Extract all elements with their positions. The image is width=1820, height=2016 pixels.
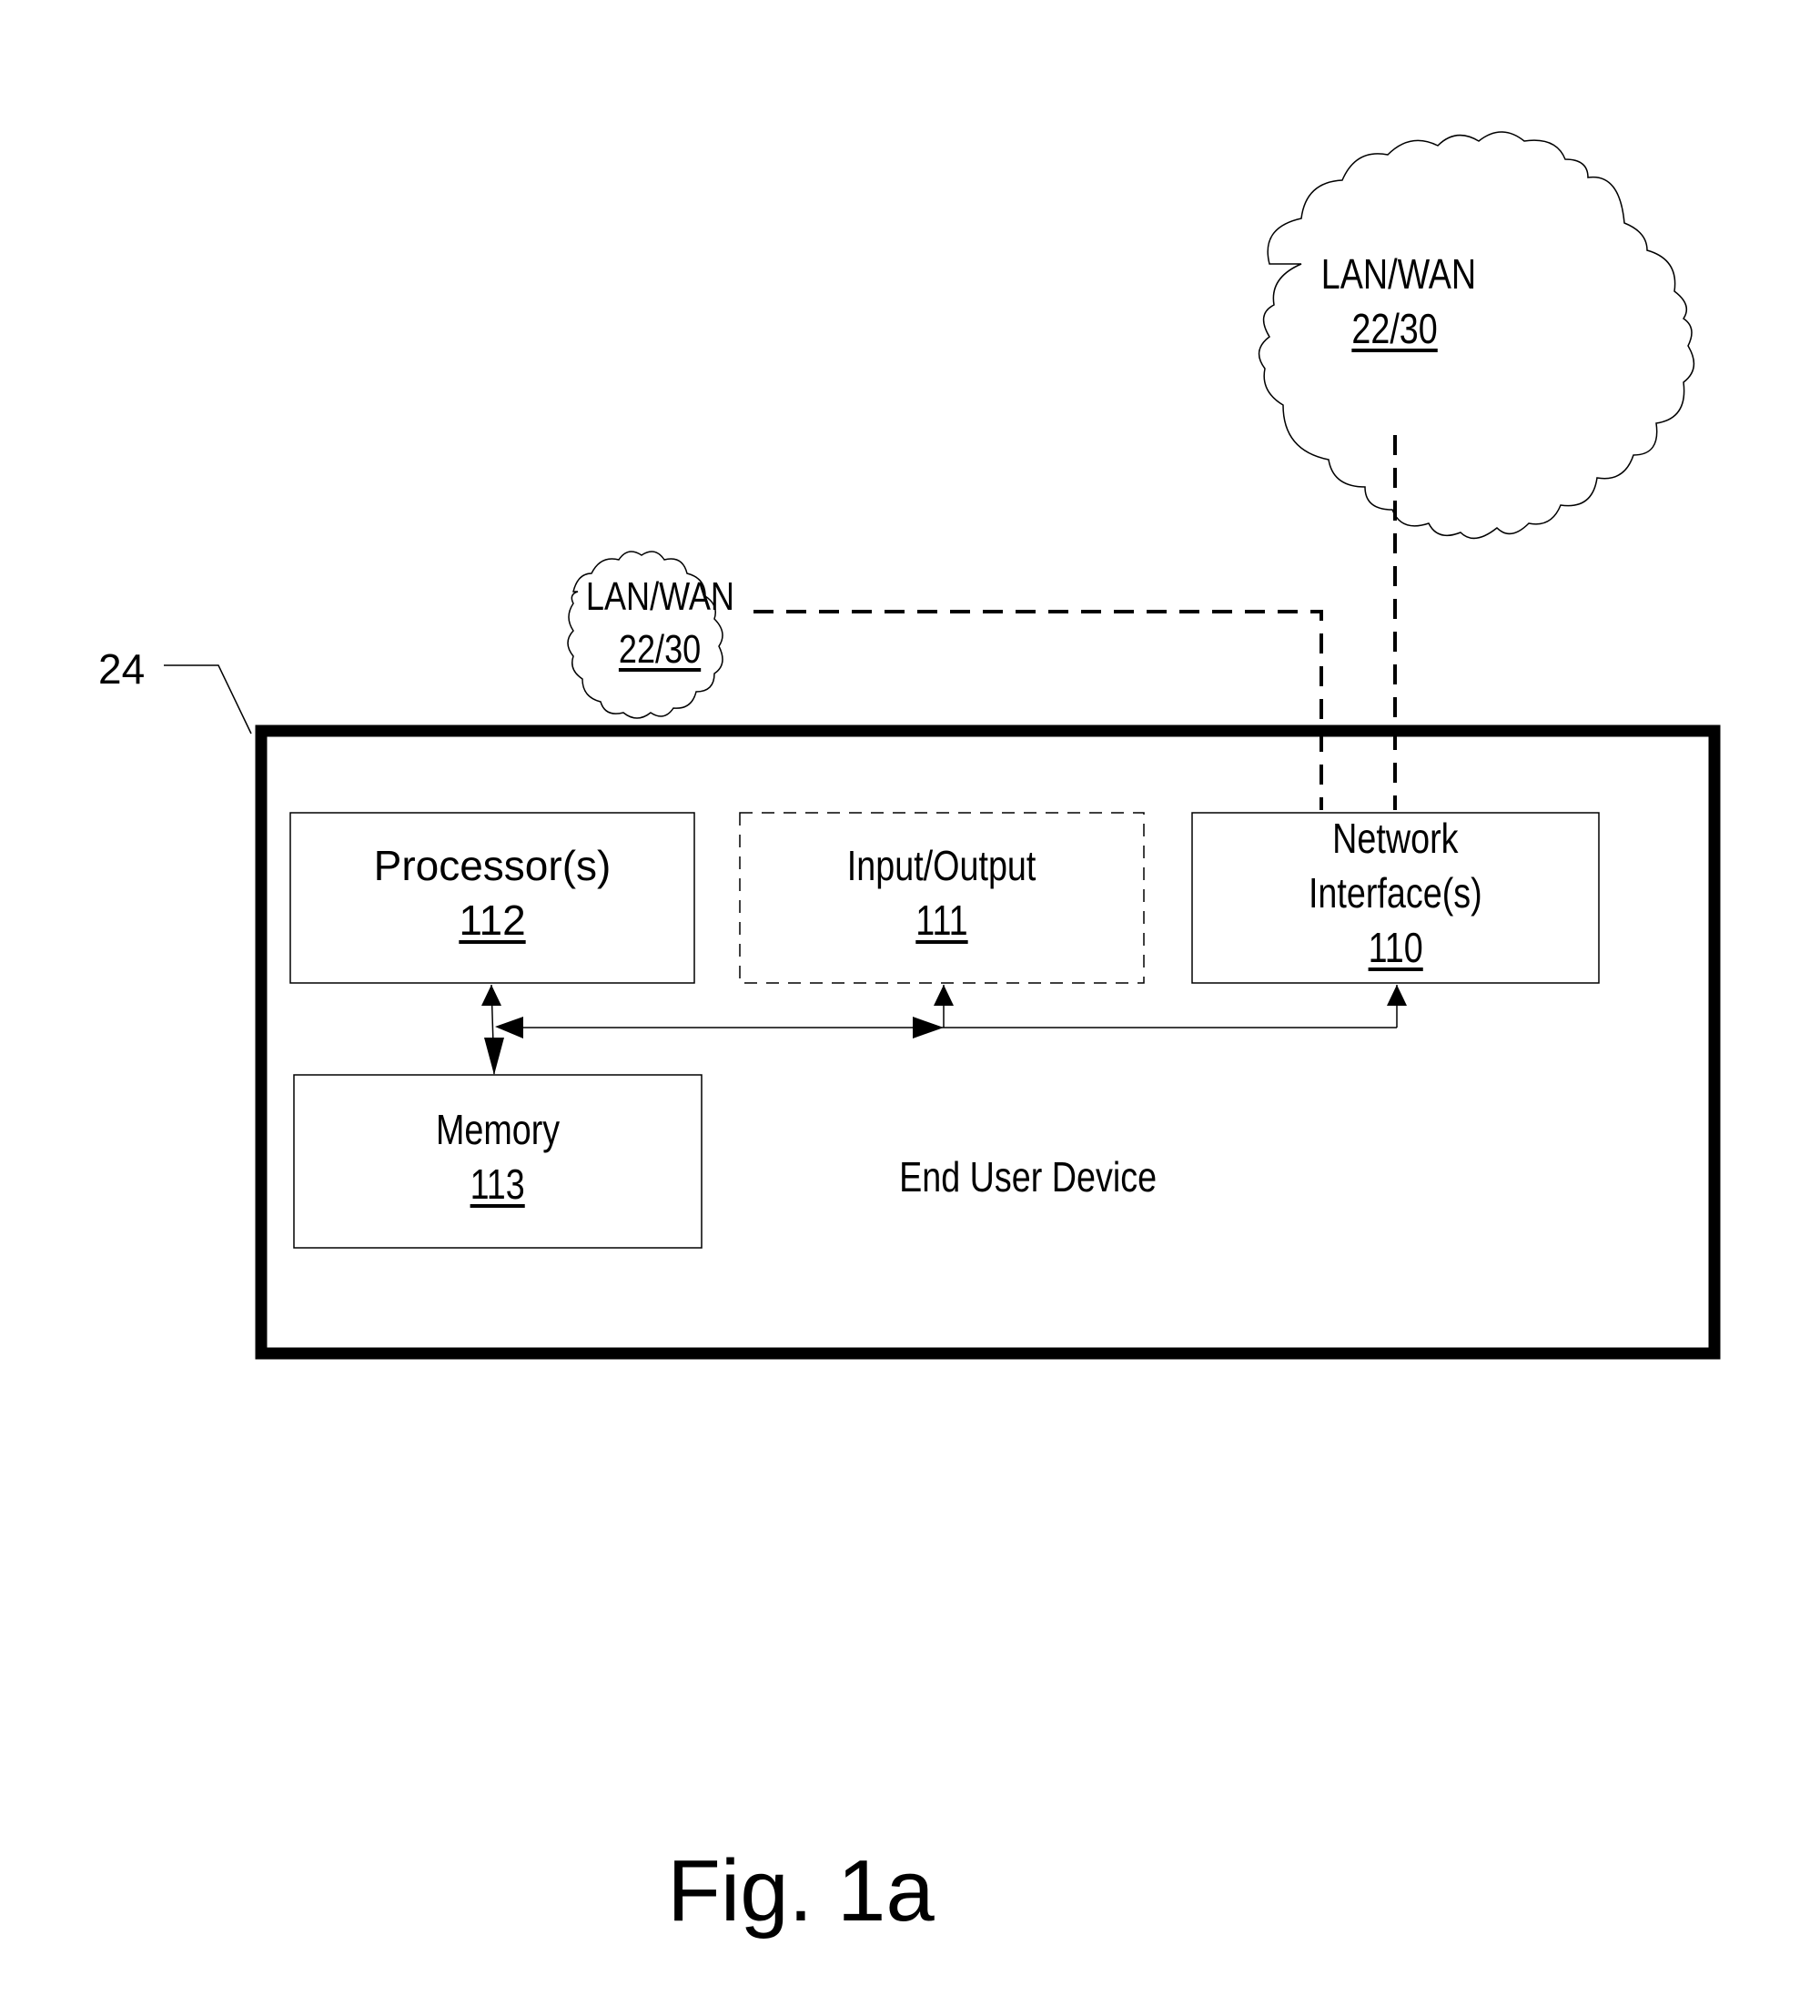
arrow-up-processor-icon (481, 985, 501, 1006)
network-large-ref: 22/30 (1351, 305, 1439, 352)
processor-label: Processor(s) (373, 842, 612, 889)
device-ref-leader-line (164, 664, 252, 734)
network-small-name: LAN/WAN (585, 574, 734, 619)
processor-ref: 112 (459, 897, 526, 944)
figure-caption: Fig. 1a (667, 1842, 935, 1940)
io-label: Input/Output (847, 842, 1036, 889)
network-large-name: LAN/WAN (1320, 250, 1477, 298)
diagram-canvas (164, 131, 1721, 1360)
arrow-up-network-interface-icon (1387, 985, 1407, 1006)
memory-label: Memory (435, 1106, 561, 1153)
network-interface-label-line2: Interface(s) (1309, 869, 1482, 917)
device-label: End User Device (899, 1153, 1158, 1200)
arrow-down-memory-icon (484, 1038, 504, 1075)
io-ref: 111 (915, 897, 968, 944)
device-ref-number: 24 (98, 645, 146, 693)
arrow-up-io-icon (934, 985, 954, 1006)
network-link-small-cloud (753, 610, 1323, 810)
network-interface-ref: 110 (1368, 924, 1423, 971)
network-small-ref: 22/30 (618, 627, 702, 672)
memory-ref: 113 (470, 1160, 526, 1208)
arrow-left-bus-icon (495, 1017, 523, 1038)
network-interface-label-line1: Network (1332, 815, 1459, 862)
arrow-right-bus-icon (913, 1017, 944, 1038)
